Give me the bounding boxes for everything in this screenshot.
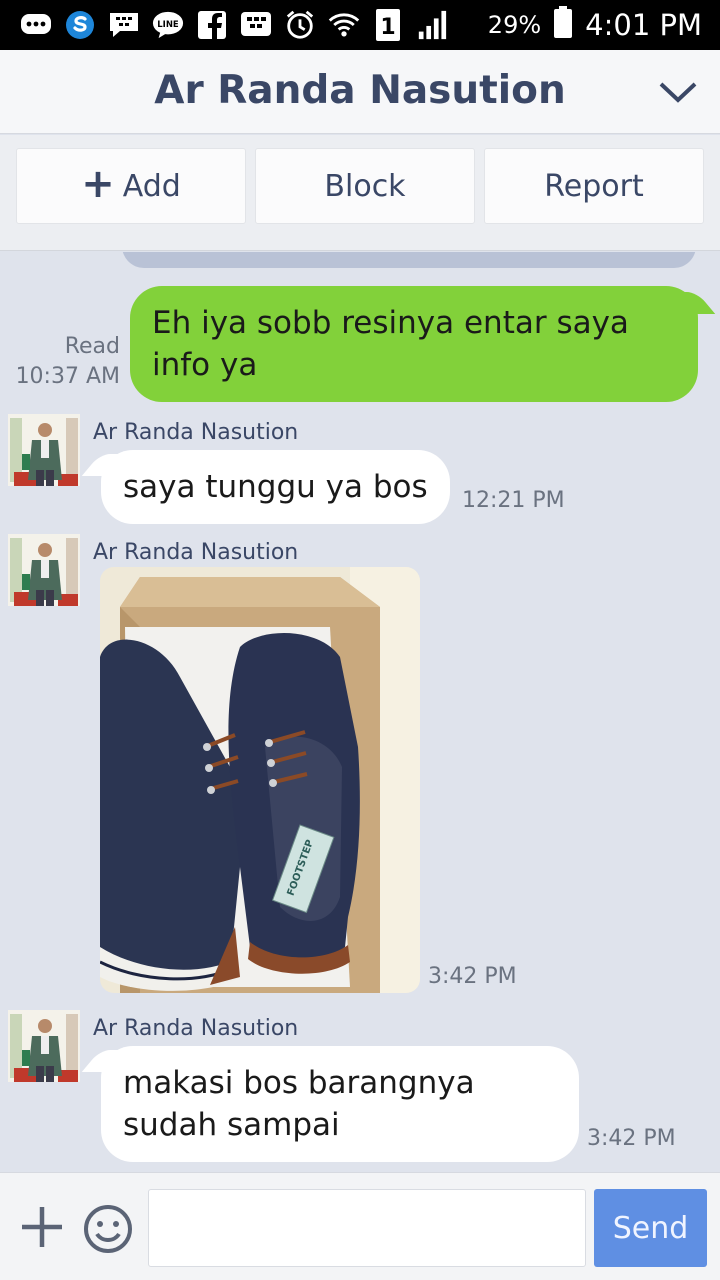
contact-name-title: Ar Randa Nasution xyxy=(154,68,566,113)
alarm-icon xyxy=(284,9,316,41)
chat-messages[interactable]: Read 10:37 AM Eh iya sobb resinya entar … xyxy=(0,252,720,1172)
previous-message-bubble xyxy=(122,252,696,268)
block-label: Block xyxy=(324,168,406,204)
battery-percent: 29% xyxy=(487,11,542,39)
plus-icon: + xyxy=(81,161,115,207)
attach-plus-icon[interactable] xyxy=(18,1203,66,1251)
message-time: 10:37 AM xyxy=(15,364,120,389)
svg-text:LINE: LINE xyxy=(157,19,179,29)
wifi-icon xyxy=(328,9,360,41)
outgoing-message-bubble[interactable]: Eh iya sobb resinya entar saya info ya xyxy=(130,286,698,402)
line-icon: LINE xyxy=(152,9,184,41)
shoe-photo[interactable]: FOOTSTEP xyxy=(100,567,420,993)
add-button[interactable]: + Add xyxy=(16,148,246,224)
chevron-down-icon[interactable] xyxy=(658,74,698,110)
emoji-icon[interactable] xyxy=(82,1203,134,1255)
send-label: Send xyxy=(612,1210,689,1246)
sender-name: Ar Randa Nasution xyxy=(93,540,299,565)
battery-icon xyxy=(553,5,573,46)
sim-label: 1 xyxy=(380,15,395,40)
message-text: Eh iya sobb resinya entar saya info ya xyxy=(152,305,629,383)
avatar[interactable] xyxy=(8,414,80,486)
message-composer: Send xyxy=(0,1172,720,1280)
blackberry-icon xyxy=(240,9,272,41)
add-label: Add xyxy=(122,168,181,204)
chat-header: Ar Randa Nasution xyxy=(0,50,720,134)
message-read-meta: Read 10:37 AM xyxy=(16,332,120,392)
sim-icon: 1 xyxy=(372,9,404,41)
sender-name: Ar Randa Nasution xyxy=(93,1016,299,1041)
message-text: saya tunggu ya bos xyxy=(123,469,428,505)
facebook-icon xyxy=(196,9,228,41)
report-label: Report xyxy=(544,168,644,204)
message-text: makasi bos barangnya sudah sampai xyxy=(123,1065,475,1143)
avatar[interactable] xyxy=(8,534,80,606)
message-time: 3:42 PM xyxy=(428,964,517,989)
skype-icon xyxy=(64,9,96,41)
report-button[interactable]: Report xyxy=(484,148,704,224)
send-button[interactable]: Send xyxy=(594,1189,707,1267)
read-status: Read xyxy=(64,334,120,359)
status-time: 4:01 PM xyxy=(585,8,702,42)
message-input[interactable] xyxy=(148,1189,586,1267)
message-time: 3:42 PM xyxy=(587,1126,676,1151)
incoming-message-bubble[interactable]: makasi bos barangnya sudah sampai xyxy=(101,1046,579,1162)
notification-icons: LINE 1 xyxy=(20,6,448,44)
bbm-icon xyxy=(20,9,52,41)
message-time: 12:21 PM xyxy=(462,488,565,513)
contact-actions-bar: + Add Block Report xyxy=(0,135,720,251)
bbm-chat-icon xyxy=(108,9,140,41)
sender-name: Ar Randa Nasution xyxy=(93,420,299,445)
signal-icon xyxy=(416,9,448,41)
incoming-message-bubble[interactable]: saya tunggu ya bos xyxy=(101,450,450,524)
block-button[interactable]: Block xyxy=(255,148,475,224)
status-bar: LINE 1 29% 4:01 PM xyxy=(0,0,720,50)
avatar[interactable] xyxy=(8,1010,80,1082)
